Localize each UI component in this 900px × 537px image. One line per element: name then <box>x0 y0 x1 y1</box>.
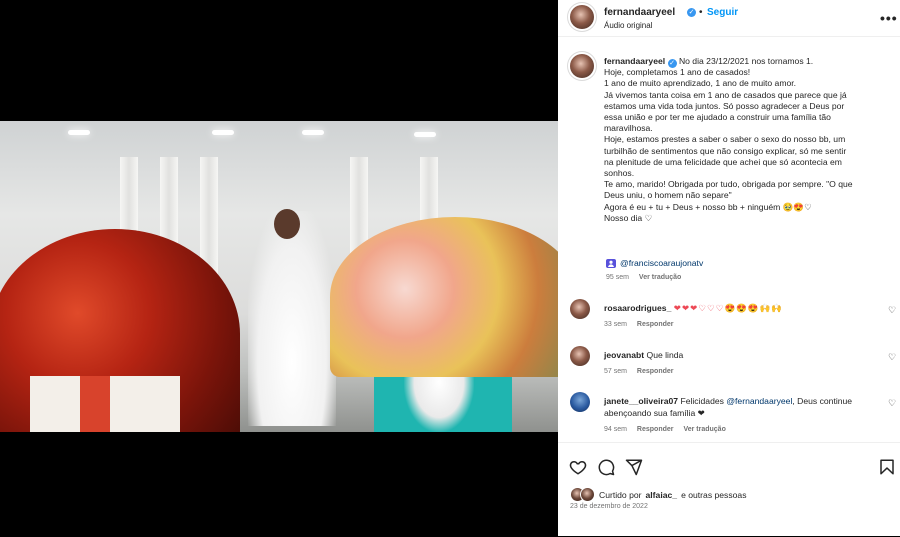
see-translation-link[interactable]: Ver tradução <box>683 426 725 433</box>
post-caption: fernandaaryeel ✓ No dia 23/12/2021 nos t… <box>604 56 854 224</box>
liked-by-prefix: Curtido por <box>599 489 642 500</box>
bride-figure <box>248 211 336 426</box>
follow-button[interactable]: Seguir <box>707 7 738 18</box>
comment-item: rosaarodrigues_ ❤❤❤♡♡♡😍😍😍🙌🙌 33 sem Respo… <box>558 299 900 347</box>
save-icon[interactable] <box>878 458 896 476</box>
person-tag-icon <box>606 258 616 268</box>
comment-mention[interactable]: @fernandaaryeel <box>726 396 792 406</box>
comment-meta: 94 sem Responder Ver tradução <box>604 426 734 433</box>
comment-meta: 33 sem Responder <box>604 321 681 328</box>
commenter-avatar[interactable] <box>570 392 590 412</box>
tagged-username[interactable]: @franciscoaraujonatv <box>620 258 703 268</box>
share-icon[interactable] <box>625 458 643 476</box>
caption-line: No dia 23/12/2021 nos tornamos 1. <box>678 56 814 66</box>
author-avatar[interactable] <box>570 5 594 29</box>
commenter-username[interactable]: rosaarodrigues_ <box>604 303 671 313</box>
liked-by-suffix[interactable]: e outras pessoas <box>681 490 746 500</box>
comment-meta: 57 sem Responder <box>604 368 681 375</box>
comment-body: Que linda <box>646 350 684 360</box>
avatar <box>580 487 595 502</box>
separator-dot: • <box>699 7 703 18</box>
ribbon-left <box>80 376 110 432</box>
caption-meta: 95 sem Ver tradução <box>606 274 689 281</box>
post-date[interactable]: 23 de dezembro de 2022 <box>570 503 648 510</box>
colorful-flower-arrangement <box>330 217 558 377</box>
comment-like-icon[interactable]: ♡ <box>888 305 896 316</box>
liked-by-username[interactable]: alfaiac_ <box>646 490 678 500</box>
like-icon[interactable] <box>569 458 587 476</box>
ceiling-light <box>68 130 90 135</box>
comment-text: jeovanabt Que linda <box>604 349 866 361</box>
post-details-panel: fernandaaryeel ✓ • Seguir Áudio original… <box>558 0 900 536</box>
ceiling-light <box>414 132 436 137</box>
reply-button[interactable]: Responder <box>637 368 674 375</box>
comment-time[interactable]: 57 sem <box>604 368 627 375</box>
comment-time[interactable]: 94 sem <box>604 426 627 433</box>
post-header: fernandaaryeel ✓ • Seguir Áudio original… <box>558 0 900 37</box>
caption-line: Hoje, estamos prestes a saber o saber o … <box>604 134 847 179</box>
caption-username[interactable]: fernandaaryeel <box>604 56 665 66</box>
audio-label[interactable]: Áudio original <box>604 21 652 30</box>
commenter-username[interactable]: janete__oliveira07 <box>604 396 678 406</box>
tagged-user[interactable]: @franciscoaraujonatv <box>606 258 703 268</box>
comment-like-icon[interactable]: ♡ <box>888 352 896 363</box>
more-icon[interactable]: ••• <box>880 10 898 26</box>
comment-icon[interactable] <box>597 458 615 476</box>
media-panel <box>0 0 558 536</box>
caption-line: Agora é eu + tu + Deus + nosso bb + ning… <box>604 201 812 212</box>
comment-time[interactable]: 33 sem <box>604 321 627 328</box>
caption-line: Hoje, completamos 1 ano de casados! <box>604 67 751 78</box>
author-username[interactable]: fernandaaryeel <box>604 7 675 18</box>
comment-item: jeovanabt Que linda 57 sem Responder ♡ <box>558 346 900 394</box>
reply-button[interactable]: Responder <box>637 426 674 433</box>
caption-line: Já vivemos tanta coisa em 1 ano de casad… <box>604 89 847 134</box>
verified-icon: ✓ <box>687 8 696 17</box>
action-bar: Curtido por alfaiac_ e outras pessoas 23… <box>558 442 900 537</box>
liked-by-avatars <box>570 487 595 502</box>
bride-head <box>274 209 300 239</box>
caption-line: Te amo, marido! Obrigada por tudo, obrig… <box>604 179 853 201</box>
comments-scroll-area[interactable]: fernandaaryeel ✓ No dia 23/12/2021 nos t… <box>558 46 900 442</box>
commenter-avatar[interactable] <box>570 346 590 366</box>
liked-by: Curtido por alfaiac_ e outras pessoas <box>570 487 747 502</box>
post-viewer: fernandaaryeel ✓ • Seguir Áudio original… <box>0 0 900 536</box>
ceiling-light <box>302 130 324 135</box>
comment-text: janete__oliveira07 Felicidades @fernanda… <box>604 395 866 419</box>
reel-video[interactable] <box>0 121 558 432</box>
comment-body: ❤❤❤♡♡♡😍😍😍🙌🙌 <box>673 303 783 313</box>
comment-text: rosaarodrigues_ ❤❤❤♡♡♡😍😍😍🙌🙌 <box>604 302 866 314</box>
reply-button[interactable]: Responder <box>637 321 674 328</box>
caption-author-avatar[interactable] <box>570 54 594 78</box>
comment-item: janete__oliveira07 Felicidades @fernanda… <box>558 392 900 442</box>
caption-line: 1 ano de muito aprendizado, 1 ano de mui… <box>604 78 797 89</box>
verified-icon: ✓ <box>667 59 677 68</box>
caption-time[interactable]: 95 sem <box>606 274 629 281</box>
see-translation-link[interactable]: Ver tradução <box>639 274 681 281</box>
comment-like-icon[interactable]: ♡ <box>888 398 896 409</box>
caption-line: Nosso dia ♡ <box>604 212 653 223</box>
ceiling-light <box>212 130 234 135</box>
comment-body: Felicidades <box>680 396 724 406</box>
commenter-avatar[interactable] <box>570 299 590 319</box>
commenter-username[interactable]: jeovanabt <box>604 350 644 360</box>
